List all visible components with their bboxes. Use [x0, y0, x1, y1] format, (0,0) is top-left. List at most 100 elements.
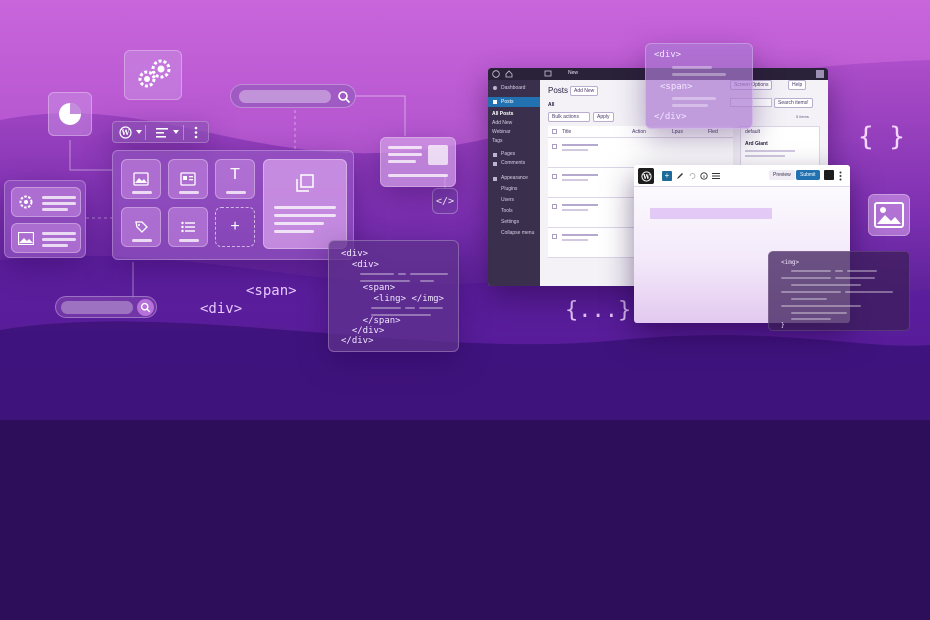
text-icon: T — [230, 166, 240, 183]
block-tile-tag[interactable] — [121, 207, 161, 247]
code-block-html: <div> <div> <span> <ling> </img> </span>… — [328, 240, 459, 352]
block-tile-add[interactable]: + — [215, 207, 255, 247]
menu-collapse[interactable]: Collapse menu — [501, 230, 534, 236]
menu-pages[interactable]: Pages — [501, 151, 515, 157]
settings-tile — [124, 50, 182, 100]
card-title: Ard Giant — [745, 141, 768, 147]
list-view-icon[interactable] — [712, 172, 720, 180]
tag-icon — [134, 220, 148, 233]
block-tile-list[interactable] — [168, 207, 208, 247]
block-toolbar: W — [112, 121, 209, 143]
span-tag-text: <span> — [246, 283, 297, 299]
sidebar-card: default Ard Giant — [740, 126, 820, 166]
table-row[interactable] — [548, 138, 733, 168]
code-line: <div> — [341, 249, 369, 259]
wordpress-icon[interactable]: W — [119, 126, 132, 139]
analytics-tile — [48, 92, 92, 136]
code-tile: </> — [432, 188, 458, 214]
add-icon: + — [230, 218, 240, 235]
bulk-actions-select[interactable]: Bulk actions — [548, 112, 590, 122]
block-tile-image[interactable] — [121, 159, 161, 199]
undo-icon[interactable] — [688, 172, 696, 180]
column-lpus[interactable]: Lpus — [672, 129, 683, 135]
align-icon[interactable] — [156, 127, 168, 138]
settings-row[interactable] — [11, 187, 81, 217]
card-header: default — [745, 129, 761, 135]
search-input[interactable] — [239, 90, 331, 103]
search-bar-top[interactable] — [230, 84, 356, 108]
code-line: </div> — [654, 112, 687, 122]
block-tile-text[interactable]: T — [215, 159, 255, 199]
wordpress-icon[interactable] — [492, 70, 500, 78]
menu-plugins[interactable]: Plugins — [501, 186, 517, 192]
ellipsis-braces-text: {...} — [565, 298, 632, 323]
code-line: <div> — [654, 50, 682, 60]
code-line: <ling> </img> — [341, 294, 444, 304]
add-new-button[interactable]: Add New — [570, 86, 599, 96]
title-placeholder[interactable] — [650, 208, 772, 219]
code-icon: </> — [435, 195, 455, 207]
media-text-icon — [180, 172, 196, 186]
chevron-down-icon[interactable] — [173, 130, 179, 135]
copy-icon — [296, 174, 314, 192]
chevron-down-icon[interactable] — [136, 130, 142, 135]
svg-text:W: W — [642, 174, 650, 181]
column-fled[interactable]: Fled — [708, 129, 718, 135]
topbar-new[interactable]: New — [568, 70, 578, 76]
column-action[interactable]: Action — [632, 129, 646, 135]
block-inserter-panel: T + — [112, 150, 354, 260]
info-icon[interactable] — [700, 172, 708, 180]
settings-list-panel — [4, 180, 86, 258]
image-tile-right — [868, 194, 910, 236]
add-block-button[interactable]: + — [662, 171, 672, 181]
edit-icon[interactable] — [676, 172, 684, 180]
admin-sidebar: Dashboard Posts All Posts Add New Webina… — [488, 80, 540, 286]
div-tag-text: <div> — [200, 301, 243, 317]
items-count: 5 items — [796, 114, 809, 119]
code-line: </div> — [341, 336, 374, 346]
svg-text:W: W — [121, 128, 130, 137]
apply-button[interactable]: Apply — [593, 112, 614, 122]
search-posts-button[interactable]: Search items! — [774, 98, 813, 108]
preview-button[interactable]: Preview — [769, 170, 795, 180]
menu-settings[interactable]: Settings — [501, 219, 519, 225]
search-input[interactable] — [61, 301, 133, 314]
search-icon[interactable] — [140, 302, 151, 313]
code-line: } — [781, 322, 785, 329]
pie-chart-icon — [59, 103, 81, 125]
block-tile-media-text[interactable] — [168, 159, 208, 199]
menu-comments[interactable]: Comments — [501, 160, 525, 166]
code-block-img: <img> } — [768, 251, 910, 331]
comment-icon[interactable] — [544, 70, 552, 78]
editor-toolbar: W + Preview Submit — [634, 165, 850, 187]
image-icon — [874, 202, 904, 228]
home-icon[interactable] — [505, 70, 513, 78]
menu-posts[interactable]: Posts — [501, 99, 514, 105]
menu-icons — [493, 86, 497, 181]
menu-tools[interactable]: Tools — [501, 208, 513, 214]
settings-toggle-button[interactable] — [824, 170, 834, 180]
wordpress-icon: W — [640, 170, 652, 182]
more-icon[interactable] — [839, 171, 842, 181]
filter-all[interactable]: All — [548, 102, 554, 108]
menu-dashboard[interactable]: Dashboard — [501, 85, 525, 91]
page-title: Posts — [548, 86, 569, 95]
braces-text: { } — [858, 122, 905, 152]
search-bar-bottom[interactable] — [55, 296, 157, 318]
wp-logo-button[interactable]: W — [638, 168, 654, 184]
search-icon[interactable] — [337, 90, 351, 104]
menu-users[interactable]: Users — [501, 197, 514, 203]
document-card — [380, 137, 456, 187]
code-line: <img> — [781, 259, 800, 266]
list-icon — [181, 221, 195, 233]
publish-button[interactable]: Submit — [796, 170, 820, 180]
code-line: <div> — [341, 260, 379, 270]
code-line: <span> — [660, 82, 693, 92]
help-button[interactable]: Help — [788, 80, 807, 90]
column-title[interactable]: Title — [562, 129, 571, 135]
menu-appearance[interactable]: Appearance — [501, 175, 528, 181]
image-row[interactable] — [11, 223, 81, 253]
gears-icon — [138, 59, 171, 88]
more-icon[interactable] — [194, 126, 198, 139]
code-line: <span> — [341, 283, 396, 293]
